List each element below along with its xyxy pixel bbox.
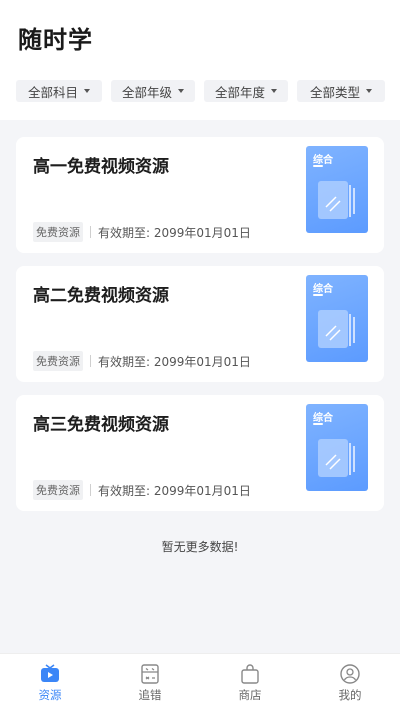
tab-profile[interactable]: 我的 <box>300 654 400 711</box>
filter-subject[interactable]: 全部科目 <box>16 80 102 102</box>
divider <box>90 355 91 367</box>
tab-store[interactable]: 商店 <box>200 654 300 711</box>
resource-validity: 有效期至: 2099年01月01日 <box>98 354 251 369</box>
dropdown-arrow-icon <box>84 89 90 93</box>
tv-icon <box>41 664 59 682</box>
resource-card[interactable]: 高二免费视频资源 免费资源 有效期至: 2099年01月01日 综合 <box>16 266 384 382</box>
no-more-data-text: 暂无更多数据! <box>161 540 239 554</box>
resource-tag: 免费资源 <box>33 222 83 242</box>
filter-grade[interactable]: 全部年级 <box>111 80 195 102</box>
divider <box>90 484 91 496</box>
divider <box>90 226 91 238</box>
user-icon <box>340 664 360 684</box>
resource-cover: 综合 <box>306 404 368 491</box>
cover-label: 综合 <box>313 413 333 424</box>
cover-underline <box>313 165 323 167</box>
resource-cover: 综合 <box>306 146 368 233</box>
resource-validity: 有效期至: 2099年01月01日 <box>98 225 251 240</box>
filter-year-label: 全部年度 <box>214 84 265 100</box>
dropdown-arrow-icon <box>366 89 372 93</box>
resource-title: 高一免费视频资源 <box>33 157 169 177</box>
resource-tag: 免费资源 <box>33 480 83 500</box>
book-icon <box>318 310 355 348</box>
header: 随时学 全部科目 全部年级 全部年度 全部类型 <box>0 0 400 120</box>
resource-card[interactable]: 高一免费视频资源 免费资源 有效期至: 2099年01月01日 综合 <box>16 137 384 253</box>
filter-type[interactable]: 全部类型 <box>297 80 385 102</box>
dropdown-arrow-icon <box>178 89 184 93</box>
tab-store-label: 商店 <box>238 688 262 702</box>
resource-list: 高一免费视频资源 免费资源 有效期至: 2099年01月01日 综合 高二免费视… <box>0 120 400 653</box>
filter-type-label: 全部类型 <box>309 84 360 100</box>
resource-cover: 综合 <box>306 275 368 362</box>
tab-error-book-label: 追错 <box>138 688 162 702</box>
tab-resources-label: 资源 <box>38 688 62 702</box>
resource-meta: 免费资源 有效期至: 2099年01月01日 <box>33 480 251 500</box>
tab-error-book[interactable]: 追错 <box>100 654 200 711</box>
filter-year[interactable]: 全部年度 <box>204 80 288 102</box>
resource-meta: 免费资源 有效期至: 2099年01月01日 <box>33 222 251 242</box>
cover-underline <box>313 294 323 296</box>
book-icon <box>318 439 355 477</box>
shopping-bag-icon <box>241 664 259 684</box>
resource-title: 高二免费视频资源 <box>33 286 169 306</box>
dropdown-arrow-icon <box>271 89 277 93</box>
error-book-icon <box>141 664 159 684</box>
book-icon <box>318 181 355 219</box>
filter-subject-label: 全部科目 <box>27 84 78 100</box>
resource-meta: 免费资源 有效期至: 2099年01月01日 <box>33 351 251 371</box>
cover-label: 综合 <box>313 155 333 166</box>
resource-validity: 有效期至: 2099年01月01日 <box>98 483 251 498</box>
bottom-tab-bar: 资源 追错 商店 我的 <box>0 653 400 711</box>
tab-profile-label: 我的 <box>338 688 362 702</box>
cover-label: 综合 <box>313 284 333 295</box>
tab-resources[interactable]: 资源 <box>0 654 100 711</box>
resource-title: 高三免费视频资源 <box>33 415 169 435</box>
filter-grade-label: 全部年级 <box>121 84 172 100</box>
resource-card[interactable]: 高三免费视频资源 免费资源 有效期至: 2099年01月01日 综合 <box>16 395 384 511</box>
page-title: 随时学 <box>18 26 93 54</box>
cover-underline <box>313 423 323 425</box>
filter-bar: 全部科目 全部年级 全部年度 全部类型 <box>16 80 386 102</box>
resource-tag: 免费资源 <box>33 351 83 371</box>
